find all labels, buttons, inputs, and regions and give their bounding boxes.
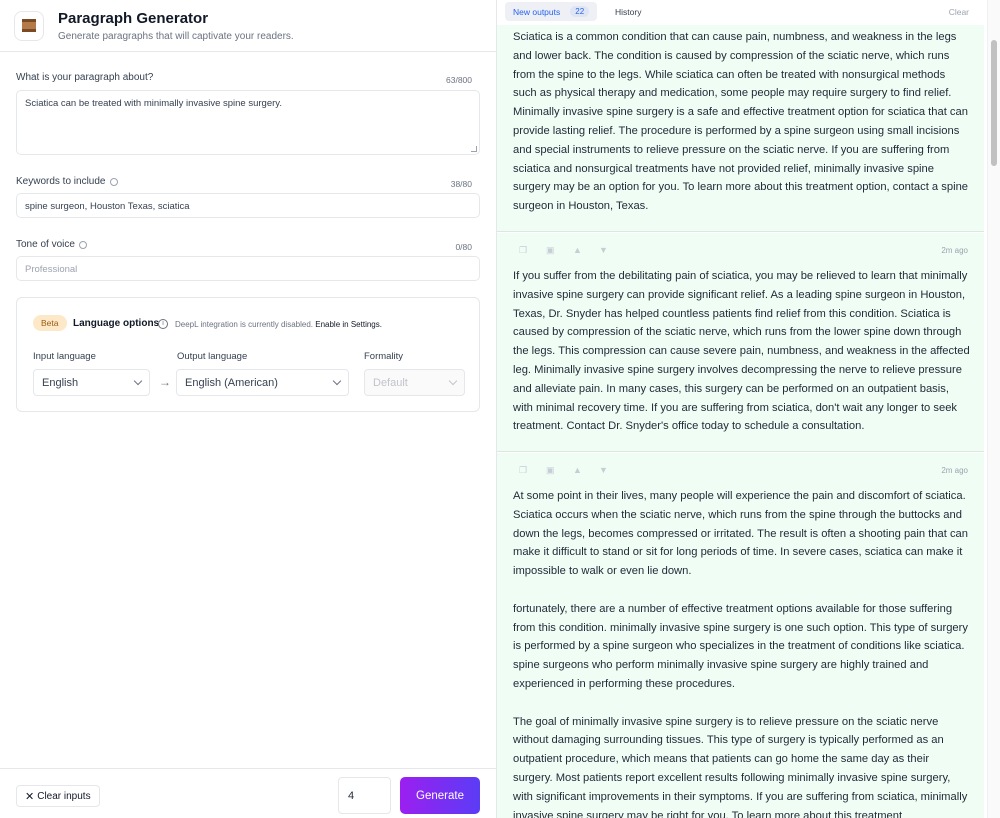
- keywords-counter: 38/80: [450, 179, 472, 189]
- deepl-note: DeepL integration is currently disabled.…: [175, 320, 382, 329]
- output-card: ❐ ▣ ▲ ▼ 2m ago At some point in their li…: [497, 453, 984, 818]
- resize-handle-icon[interactable]: [471, 146, 477, 152]
- tab-history[interactable]: History: [615, 7, 641, 17]
- tone-counter: 0/80: [455, 242, 472, 252]
- chevron-down-icon: [448, 376, 458, 386]
- paragraph-doc-icon: [14, 10, 44, 41]
- output-actions: ❐ ▣ ▲ ▼ 2m ago: [519, 465, 968, 479]
- input-language-label: Input language: [33, 351, 96, 362]
- thumbs-up-icon[interactable]: ▲: [573, 465, 582, 475]
- formality-label: Formality: [364, 351, 404, 362]
- output-language-label: Output language: [177, 351, 248, 362]
- language-options-title: Language options: [73, 318, 160, 329]
- save-icon[interactable]: ▣: [546, 245, 555, 256]
- chevron-down-icon: [133, 376, 143, 386]
- info-icon[interactable]: [109, 177, 118, 186]
- output-text[interactable]: If you suffer from the debilitating pain…: [513, 267, 971, 436]
- clear-inputs-button[interactable]: ✕ Clear inputs: [16, 785, 100, 807]
- keywords-value: spine surgeon, Houston Texas, sciatica: [25, 201, 190, 212]
- thumbs-down-icon[interactable]: ▼: [599, 465, 608, 475]
- arrow-right-icon: →: [159, 375, 171, 389]
- enable-settings-link[interactable]: Enable in Settings.: [315, 320, 382, 329]
- topic-label: What is your paragraph about?: [16, 72, 154, 83]
- topic-textarea[interactable]: Sciatica can be treated with minimally i…: [16, 90, 480, 155]
- output-text[interactable]: At some point in their lives, many peopl…: [513, 487, 971, 818]
- close-icon: ✕: [25, 790, 35, 803]
- generate-button[interactable]: Generate: [400, 777, 480, 814]
- output-text[interactable]: Sciatica is a common condition that can …: [513, 28, 971, 216]
- output-timestamp: 2m ago: [941, 246, 968, 255]
- output-language-select[interactable]: English (American): [176, 369, 349, 396]
- app-title: Paragraph Generator: [58, 9, 209, 27]
- output-count-input[interactable]: 4: [338, 777, 391, 814]
- output-scrollbar[interactable]: [987, 0, 1000, 818]
- tone-placeholder: Professional: [25, 264, 78, 275]
- clear-outputs-button[interactable]: Clear: [949, 7, 969, 17]
- copy-icon[interactable]: ❐: [519, 465, 527, 476]
- tone-label: Tone of voice: [16, 239, 87, 250]
- topic-value: Sciatica can be treated with minimally i…: [25, 98, 282, 109]
- input-language-select[interactable]: English: [33, 369, 150, 396]
- output-panel: New outputs 22 History Clear Sciatica is…: [497, 0, 1000, 818]
- thumbs-down-icon[interactable]: ▼: [599, 245, 608, 255]
- app-header: Paragraph Generator Generate paragraphs …: [0, 0, 496, 52]
- save-icon[interactable]: ▣: [546, 465, 555, 476]
- output-tabs: New outputs 22 History Clear: [497, 0, 987, 25]
- keywords-input[interactable]: spine surgeon, Houston Texas, sciatica: [16, 193, 480, 218]
- output-actions: ❐ ▣ ▲ ▼ 2m ago: [519, 245, 968, 259]
- tone-input[interactable]: Professional: [16, 256, 480, 281]
- beta-badge: Beta: [33, 315, 67, 331]
- form-footer: ✕ Clear inputs 4 Generate: [0, 768, 497, 818]
- formality-select[interactable]: Default: [364, 369, 465, 396]
- info-icon[interactable]: i: [158, 319, 168, 329]
- scrollbar-thumb[interactable]: [991, 40, 997, 166]
- info-icon[interactable]: [78, 240, 87, 249]
- input-panel: Paragraph Generator Generate paragraphs …: [0, 0, 497, 818]
- chevron-down-icon: [332, 376, 342, 386]
- language-options-card: Beta Language options i DeepL integratio…: [16, 297, 480, 412]
- output-timestamp: 2m ago: [941, 466, 968, 475]
- new-outputs-count: 22: [570, 6, 590, 17]
- app-subtitle: Generate paragraphs that will captivate …: [58, 30, 294, 42]
- copy-icon[interactable]: ❐: [519, 245, 527, 256]
- topic-counter: 63/800: [446, 75, 472, 85]
- tab-new-outputs[interactable]: New outputs 22: [505, 2, 598, 21]
- output-card: Sciatica is a common condition that can …: [497, 25, 984, 232]
- thumbs-up-icon[interactable]: ▲: [573, 245, 582, 255]
- keywords-label: Keywords to include: [16, 176, 118, 187]
- output-card: ❐ ▣ ▲ ▼ 2m ago If you suffer from the de…: [497, 233, 984, 452]
